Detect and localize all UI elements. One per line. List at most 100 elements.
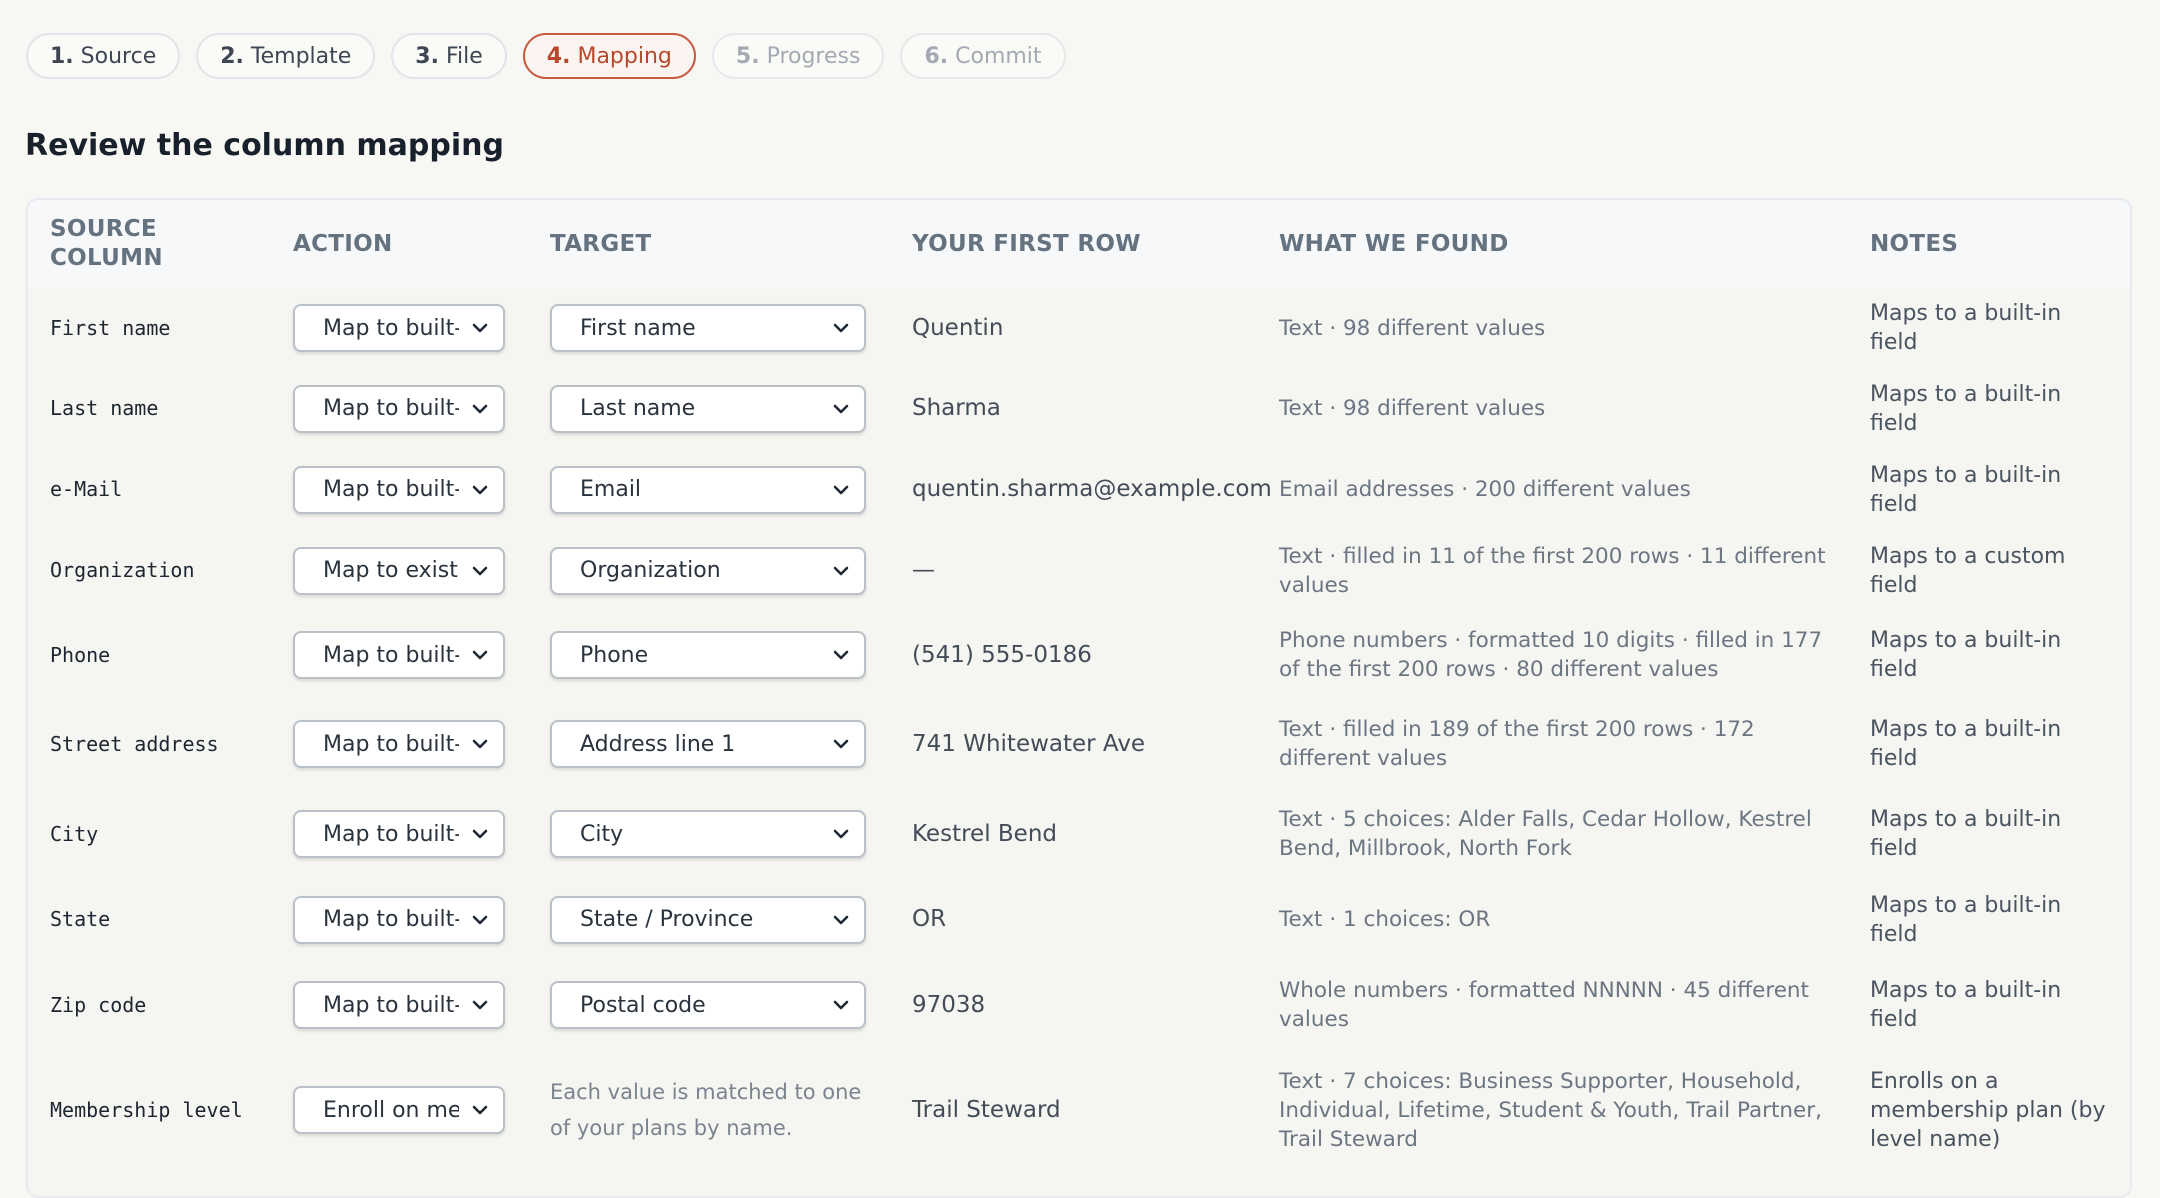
step-label: File [445,43,483,69]
chevron-down-icon [472,1105,488,1115]
action-select-value: Map to built-in field [323,821,459,847]
step-number: 2. [220,43,244,69]
table-row: State Map to built-in field State / Prov… [28,879,2130,960]
step-label: Commit [955,43,1042,69]
target-select-value: Organization [580,558,721,583]
what-we-found: Text · 7 choices: Business Supporter, Ho… [1279,1068,1822,1152]
chevron-down-icon [472,1000,488,1010]
source-column-name: State [50,907,111,931]
notes: Maps to a built-in field [1870,978,2062,1032]
chevron-down-icon [833,739,849,749]
step-number: 4. [546,43,571,69]
source-column-name: Last name [50,396,159,420]
target-select-value: Last name [580,396,696,421]
action-select[interactable]: Map to built-in field [293,981,505,1029]
first-row-value: quentin.sharma@example.com [912,476,1272,502]
action-select[interactable]: Map to built-in field [293,895,505,944]
what-we-found: Email addresses · 200 different values [1279,477,1691,502]
action-select-value: Map to built-in field [323,315,459,341]
step-label: Template [250,43,352,69]
target-select[interactable]: Email [550,465,866,514]
source-column-name: Zip code [50,992,147,1017]
chevron-down-icon [833,485,849,494]
source-column-name: Street address [50,731,219,756]
table-row: City Map to built-in field City Kestrel … [28,789,2130,879]
step-mapping[interactable]: 4. Mapping [522,33,696,79]
page-title: Review the column mapping [25,128,504,163]
target-select-value: Postal code [580,992,706,1018]
table-row: Zip code Map to built-in field Postal co… [28,960,2130,1050]
target-select[interactable]: Address line 1 [550,720,866,768]
action-select[interactable]: Map to built-in field [293,631,505,679]
source-column-name: First name [50,315,171,340]
target-select[interactable]: Last name [550,384,866,433]
what-we-found: Text · 98 different values [1279,396,1546,421]
notes: Maps to a built-in field [1870,628,2062,682]
target-select[interactable]: City [550,810,866,858]
target-select[interactable]: Organization [550,546,866,595]
chevron-down-icon [833,1000,849,1010]
what-we-found: Text · 98 different values [1279,315,1546,341]
target-hint: Each value is matched to one of your pla… [550,1080,862,1140]
target-select[interactable]: First name [550,304,866,352]
notes: Maps to a built-in field [1870,892,2062,947]
target-select-value: City [580,821,624,847]
table-row: Street address Map to built-in field Add… [28,699,2130,789]
notes: Maps to a built-in field [1870,462,2062,517]
chevron-down-icon [472,404,488,413]
target-select-value: Email [580,477,642,502]
first-row-value: (541) 555-0186 [912,641,1092,668]
step-number: 6. [924,43,949,69]
action-select[interactable]: Map to built-in field [293,810,505,858]
action-select-value: Map to built-in field [323,992,459,1018]
chevron-down-icon [472,829,488,839]
step-file[interactable]: 3. File [391,33,507,79]
step-number: 3. [415,43,439,69]
first-row-value: Quentin [912,314,1004,341]
chevron-down-icon [472,739,488,749]
action-select[interactable]: Enroll on membership plan [293,1086,505,1134]
step-source[interactable]: 1. Source [26,33,181,79]
header-target: Target [550,230,652,257]
action-select[interactable]: Map to built-in field [293,384,505,433]
what-we-found: Text · filled in 11 of the first 200 row… [1279,543,1826,598]
target-select[interactable]: Postal code [550,981,866,1029]
target-select-value: Phone [580,642,649,668]
source-column-name: Membership level [50,1097,243,1122]
step-number: 5. [735,43,760,69]
action-select[interactable]: Map to built-in field [293,465,505,514]
chevron-down-icon [472,323,488,333]
mapping-table: Source column Action Target Your first r… [28,200,2130,1170]
chevron-down-icon [833,323,849,333]
step-number: 1. [50,43,74,69]
notes: Maps to a built-in field [1870,717,2062,771]
chevron-down-icon [472,650,488,660]
chevron-down-icon [833,404,849,413]
table-row: Organization Map to existing field Organ… [28,530,2130,611]
notes: Maps to a built-in field [1870,807,2062,861]
step-label: Progress [766,43,861,69]
table-row: Last name Map to built-in field Last nam… [28,368,2130,449]
target-select[interactable]: Phone [550,631,866,679]
table-row: First name Map to built-in field First n… [28,288,2130,368]
step-label: Mapping [577,43,672,69]
header-first-row: Your first row [912,230,1141,257]
target-select-value: Address line 1 [580,731,736,757]
chevron-down-icon [472,485,488,494]
target-select-value: First name [580,315,696,341]
first-row-value: Trail Steward [912,1096,1061,1123]
action-select[interactable]: Map to existing field [293,546,505,595]
action-select[interactable]: Map to built-in field [293,720,505,768]
action-select-value: Enroll on membership plan [323,1097,459,1123]
source-column-name: City [50,821,99,846]
first-row-value: 741 Whitewater Ave [912,730,1146,757]
action-select[interactable]: Map to built-in field [293,304,505,352]
step-template[interactable]: 2. Template [196,33,376,79]
action-select-value: Map to built-in field [323,907,459,932]
action-select-value: Map to built-in field [323,396,459,421]
first-row-value: Sharma [912,395,1001,421]
what-we-found: Phone numbers · formatted 10 digits · fi… [1279,628,1823,682]
target-select[interactable]: State / Province [550,895,866,944]
notes: Maps to a built-in field [1870,381,2062,436]
action-select-value: Map to existing field [323,558,459,583]
